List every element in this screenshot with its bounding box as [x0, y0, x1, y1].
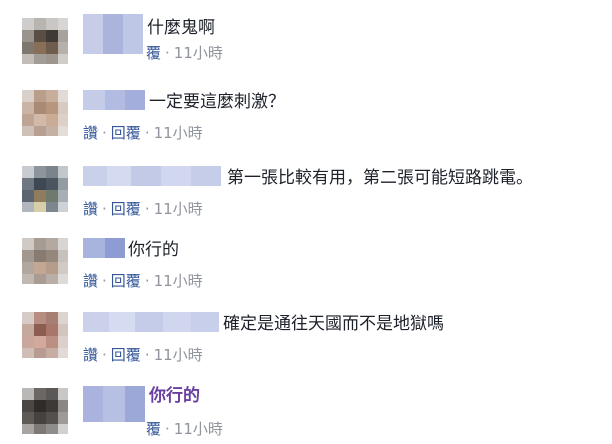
like-link[interactable]: 讚 [83, 124, 98, 142]
author-name-blurred[interactable] [83, 14, 143, 54]
like-link[interactable]: 讚 [83, 346, 98, 364]
comment-actions: 覆 · 11小時 [146, 44, 223, 62]
comment-text: 一定要這麼刺激？ [149, 92, 285, 112]
comment-thread: 什麼鬼啊 覆 · 11小時 一定要這麼刺激？ 讚 · 回覆 · 11小時 第一張… [0, 0, 612, 444]
separator-dot: · [144, 124, 150, 142]
comment-text: 第一張比較有用，第二張可能短路跳電。 [227, 168, 533, 188]
avatar[interactable] [22, 388, 68, 434]
timestamp[interactable]: 11小時 [174, 44, 223, 62]
separator-dot: · [144, 200, 150, 218]
avatar[interactable] [22, 90, 68, 136]
reply-link[interactable]: 覆 [146, 44, 161, 62]
author-name-blurred[interactable] [83, 386, 145, 422]
like-link[interactable]: 讚 [83, 200, 98, 218]
avatar[interactable] [22, 312, 68, 358]
comment-text: 你行的 [128, 240, 179, 260]
comment-text: 什麼鬼啊 [147, 18, 215, 38]
timestamp[interactable]: 11小時 [154, 272, 203, 290]
comment-actions: 讚 · 回覆 · 11小時 [83, 124, 203, 142]
separator-dot: · [102, 200, 107, 218]
separator-dot: · [165, 420, 170, 438]
author-name-blurred[interactable] [83, 90, 145, 110]
avatar[interactable] [22, 166, 68, 212]
timestamp[interactable]: 11小時 [154, 346, 203, 364]
comment-text: 你行的 [149, 386, 200, 406]
comment-actions: 覆 · 11小時 [146, 420, 223, 438]
avatar[interactable] [22, 18, 68, 64]
comment-actions: 讚 · 回覆 · 11小時 [83, 346, 203, 364]
reply-link[interactable]: 回覆 [111, 272, 141, 290]
reply-link[interactable]: 回覆 [111, 346, 141, 364]
timestamp[interactable]: 11小時 [174, 420, 223, 438]
author-name-blurred[interactable] [83, 166, 221, 186]
comment-actions: 讚 · 回覆 · 11小時 [83, 272, 203, 290]
author-name-blurred[interactable] [83, 312, 219, 332]
reply-link[interactable]: 回覆 [111, 124, 141, 142]
separator-dot: · [144, 346, 150, 364]
like-link[interactable]: 讚 [83, 272, 98, 290]
reply-link[interactable]: 回覆 [111, 200, 141, 218]
avatar[interactable] [22, 238, 68, 284]
separator-dot: · [165, 44, 170, 62]
separator-dot: · [102, 124, 107, 142]
author-name-blurred[interactable] [83, 238, 125, 258]
separator-dot: · [144, 272, 150, 290]
reply-link[interactable]: 覆 [146, 420, 161, 438]
separator-dot: · [102, 346, 107, 364]
separator-dot: · [102, 272, 107, 290]
comment-text: 確定是通往天國而不是地獄嗎 [223, 314, 444, 334]
timestamp[interactable]: 11小時 [154, 124, 203, 142]
comment-actions: 讚 · 回覆 · 11小時 [83, 200, 203, 218]
timestamp[interactable]: 11小時 [154, 200, 203, 218]
